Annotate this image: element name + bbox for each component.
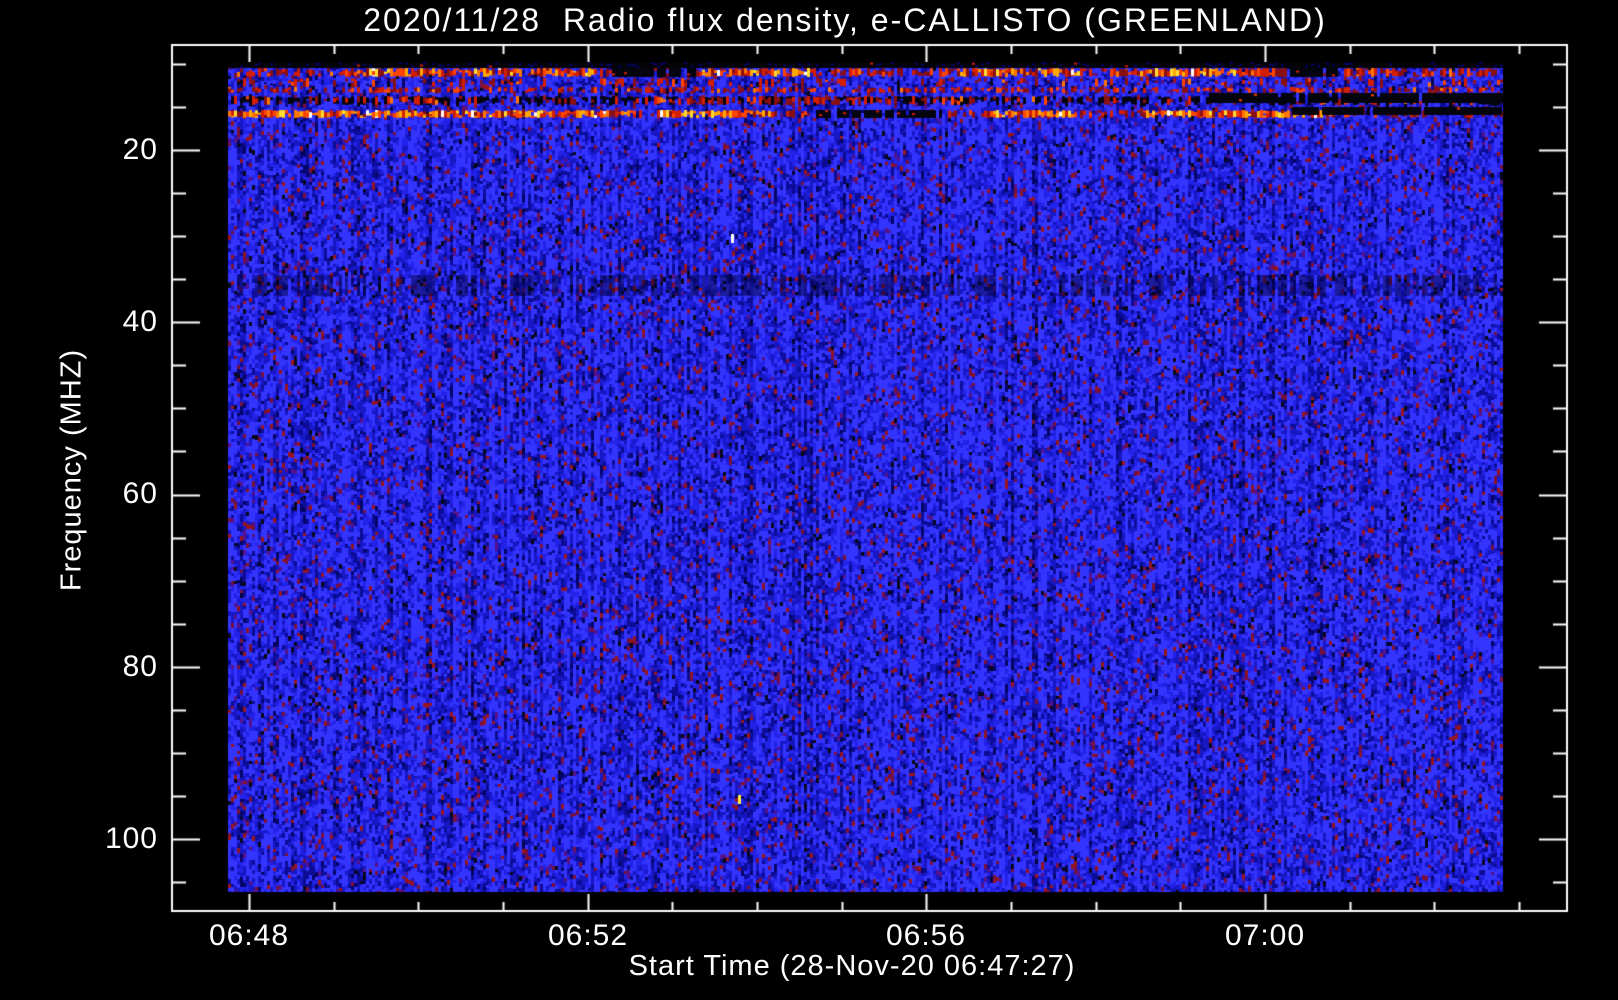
y-tick-label-60: 60: [122, 477, 158, 510]
plot-title: 2020/11/28 Radio flux density, e-CALLIST…: [363, 2, 1327, 38]
x-axis-label: Start Time (28-Nov-20 06:47:27): [628, 950, 1076, 982]
y-axis-label: Frequency (MHZ): [55, 348, 88, 592]
x-tick-label-0656: 06:56: [885, 919, 967, 952]
y-tick-label-20: 20: [122, 133, 158, 166]
y-tick-label-80: 80: [122, 650, 158, 683]
x-tick-label-0648: 06:48: [208, 919, 290, 952]
x-tick-label-0652: 06:52: [547, 919, 629, 952]
spectrogram-figure: 2020/11/28 Radio flux density, e-CALLIST…: [0, 0, 1618, 1000]
spectrogram-heatmap-canvas: [0, 0, 1618, 1000]
y-tick-label-100: 100: [104, 822, 158, 855]
x-tick-label-0700: 07:00: [1224, 919, 1306, 952]
y-tick-label-40: 40: [122, 305, 158, 338]
